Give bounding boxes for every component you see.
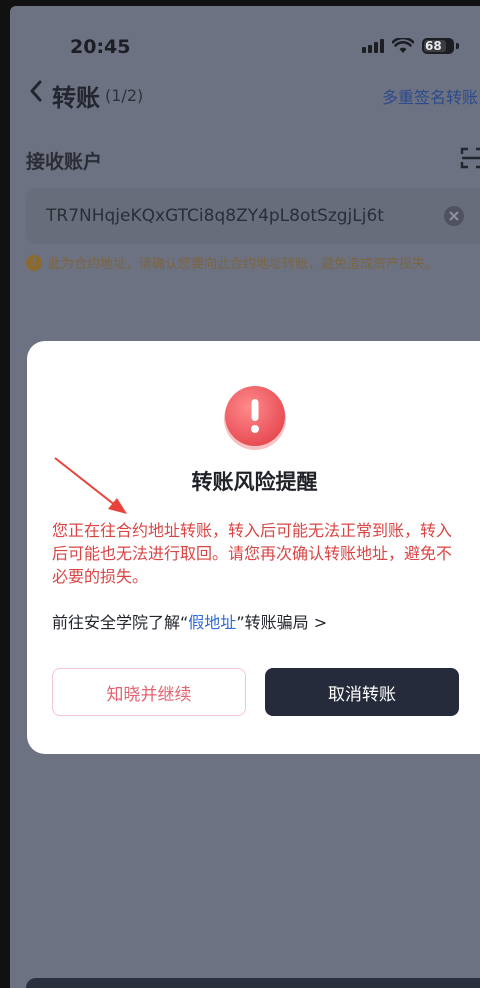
clear-icon[interactable]	[443, 205, 465, 227]
security-academy-row: 前往安全学院了解“假地址”转账骗局 >	[52, 609, 327, 633]
next-button[interactable]	[26, 978, 480, 988]
warning-icon: !	[26, 254, 42, 271]
status-icons: 68	[362, 38, 459, 54]
back-icon[interactable]	[26, 76, 48, 106]
page-title: 转账	[52, 84, 100, 112]
receive-account-label: 接收账户	[26, 151, 103, 173]
contract-warning: ! 此为合约地址，请确认您要向此合约地址转账，避免造成资产损失。	[26, 253, 438, 272]
signal-icon	[362, 39, 384, 53]
app-screen: 20:45 68 转账 (1/2) 多重签名转账 接收账户 TR7NHqjeKQ…	[10, 6, 480, 988]
address-value: TR7NHqjeKQxGTCi8q8ZY4pL8otSzgjLj6t	[46, 206, 384, 226]
battery-level: 68	[425, 39, 442, 53]
battery-tip	[456, 43, 459, 49]
learn-suffix[interactable]: ”转账骗局 >	[236, 613, 327, 632]
scan-icon[interactable]	[460, 146, 480, 170]
page-step: (1/2)	[105, 86, 144, 105]
dialog-title: 转账风险提醒	[191, 470, 318, 494]
cancel-transfer-button[interactable]: 取消转账	[265, 668, 459, 716]
fake-address-link[interactable]: 假地址	[188, 613, 236, 632]
alert-icon	[224, 386, 286, 450]
status-time: 20:45	[70, 36, 131, 58]
address-input[interactable]: TR7NHqjeKQxGTCi8q8ZY4pL8otSzgjLj6t	[26, 188, 480, 244]
continue-button[interactable]: 知晓并继续	[52, 668, 246, 716]
wifi-icon	[392, 38, 414, 53]
risk-alert-dialog: 转账风险提醒 您正在往合约地址转账，转入后可能无法正常到账，转入后可能也无法进行…	[27, 341, 480, 754]
contract-warning-text: 此为合约地址，请确认您要向此合约地址转账，避免造成资产损失。	[48, 257, 439, 272]
learn-prefix: 前往安全学院了解“	[52, 613, 189, 632]
battery-icon: 68	[422, 38, 454, 54]
dialog-message: 您正在往合约地址转账，转入后可能无法正常到账，转入后可能也无法进行取回。请您再次…	[52, 521, 453, 586]
multisig-transfer-link[interactable]: 多重签名转账	[382, 84, 478, 108]
